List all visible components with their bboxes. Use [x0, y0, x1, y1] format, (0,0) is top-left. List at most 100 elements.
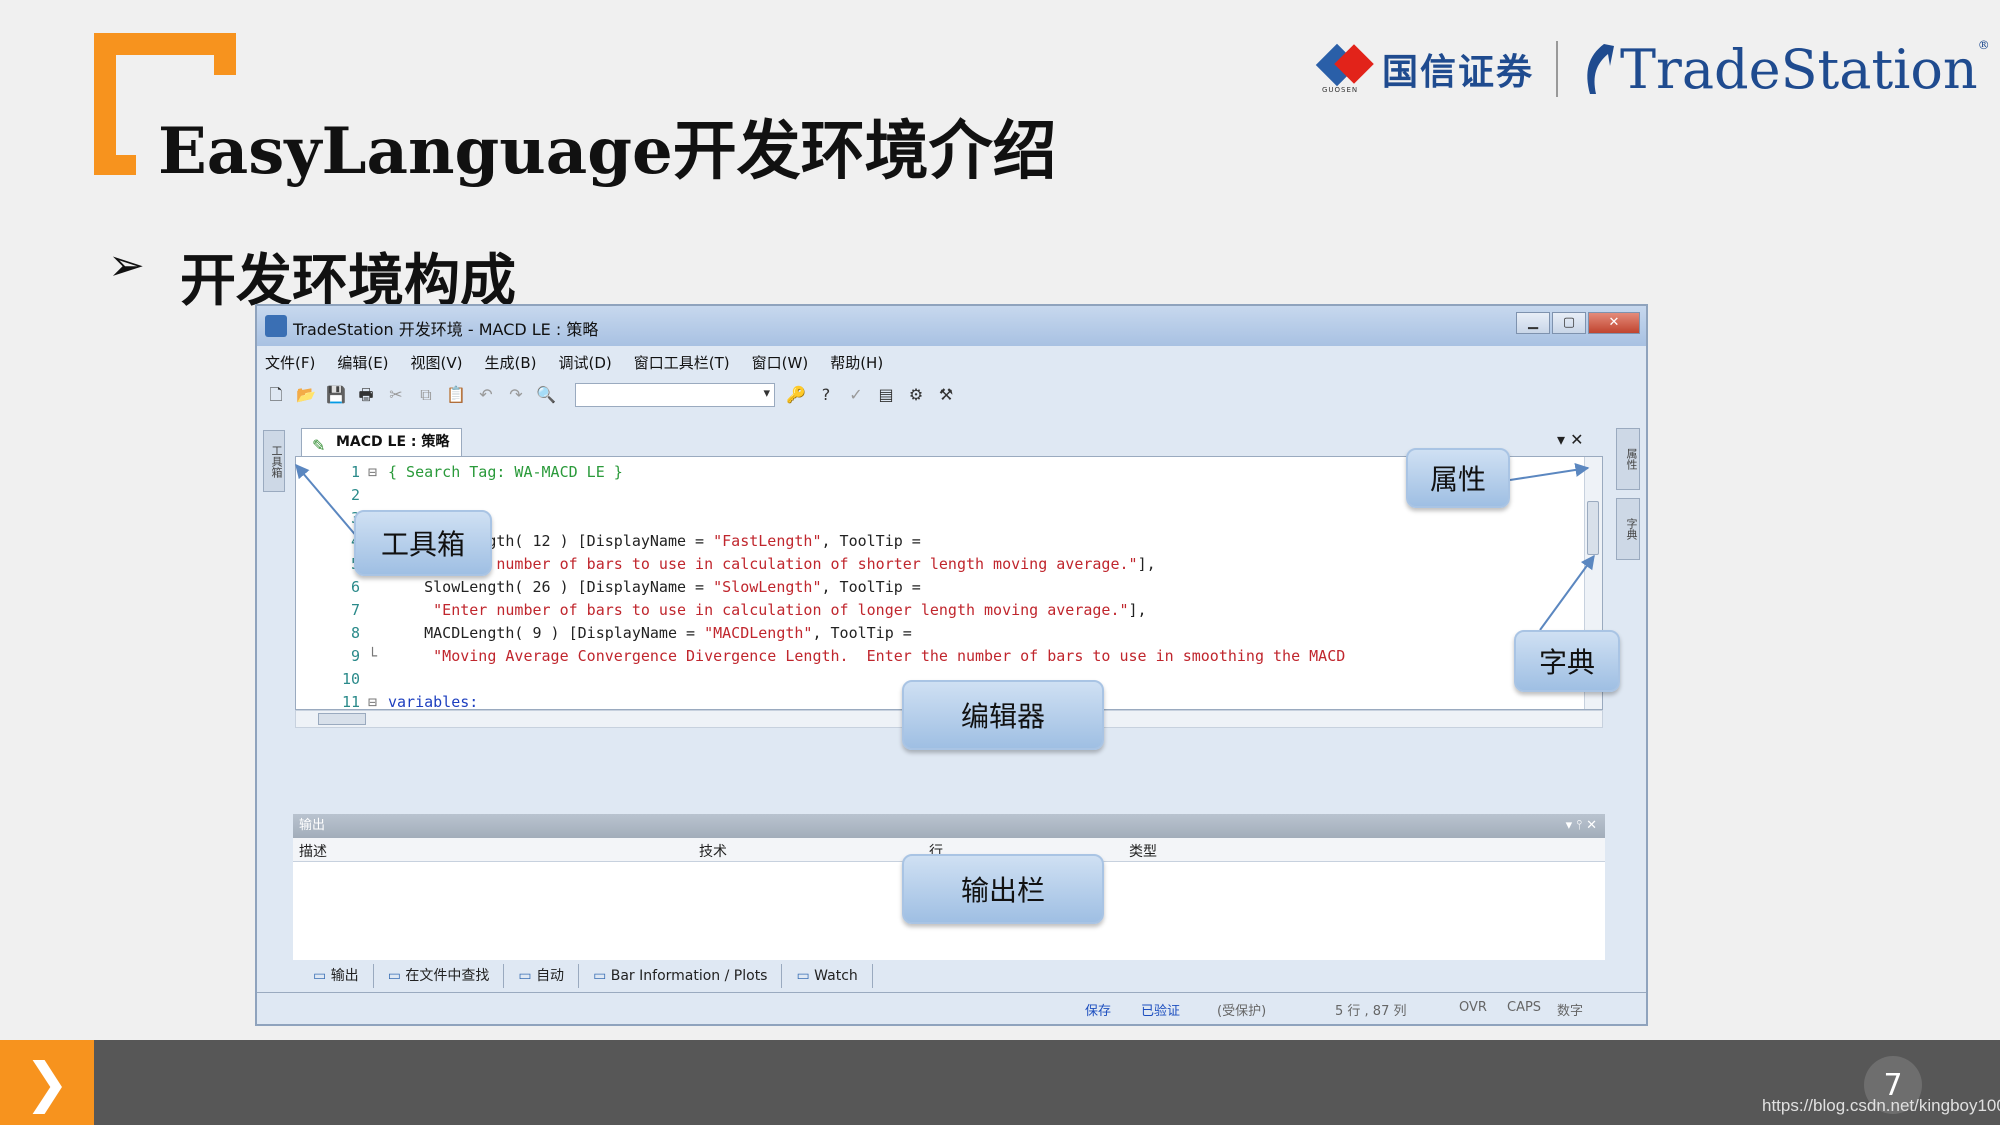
save-icon[interactable]: 💾	[325, 384, 347, 406]
code-token: { Search Tag: WA-MACD LE }	[388, 463, 623, 481]
fold-marker[interactable]: └	[368, 647, 377, 665]
fold-marker[interactable]: ⊟	[368, 463, 377, 481]
maximize-button[interactable]: ▢	[1552, 312, 1586, 334]
output-col-technique[interactable]: 技术	[699, 841, 727, 861]
guosen-logo-name: 国信证券	[1382, 51, 1535, 93]
guosen-logo-icon: GUOSEN	[1315, 43, 1376, 94]
help-cursor-icon[interactable]: ?	[815, 384, 837, 406]
ide-title: TradeStation 开发环境 - MACD LE : 策略	[293, 320, 599, 339]
copy-icon[interactable]: ⧉	[415, 384, 437, 406]
tab-output[interactable]: 输出	[299, 964, 374, 988]
callout-editor: 编辑器	[902, 680, 1104, 750]
title-bracket-right	[214, 33, 236, 75]
tradestation-mark-icon	[1580, 42, 1616, 96]
verify-icon[interactable]: ✓	[845, 384, 867, 406]
code-line[interactable]: 8 MACDLength( 9 ) [DisplayName = "MACDLe…	[296, 624, 1602, 647]
line-number: 1	[350, 463, 360, 481]
code-text: "Moving Average Convergence Divergence L…	[388, 647, 1345, 665]
line-number: 9	[350, 647, 360, 665]
dictionary-tab[interactable]: 字典	[1616, 498, 1640, 560]
footer-bar	[0, 1040, 2000, 1125]
menu-debug[interactable]: 调试(D)	[559, 352, 612, 373]
ide-titlebar[interactable]: TradeStation 开发环境 - MACD LE : 策略 ▁ ▢ ✕	[257, 306, 1646, 346]
status-verified: 已验证	[1141, 1004, 1181, 1019]
line-number: 8	[350, 624, 360, 642]
menu-view[interactable]: 视图(V)	[411, 352, 463, 373]
cut-icon[interactable]: ✂	[385, 384, 407, 406]
output-header-controls[interactable]: ▾ ⫯ ✕	[1566, 814, 1597, 838]
properties-icon[interactable]: ▤	[875, 384, 897, 406]
document-tab-label: MACD LE : 策略	[336, 434, 450, 450]
code-token: "FastLength"	[713, 532, 822, 550]
menu-help[interactable]: 帮助(H)	[830, 352, 883, 373]
vertical-scroll-thumb[interactable]	[1587, 501, 1599, 555]
code-token: , ToolTip =	[821, 578, 921, 596]
key-icon[interactable]: 🔑	[785, 384, 807, 406]
menu-file[interactable]: 文件(F)	[265, 352, 315, 373]
status-protected: (受保护)	[1217, 1004, 1267, 1019]
redo-icon[interactable]: ↷	[505, 384, 527, 406]
app-icon	[265, 315, 287, 337]
code-token: variables:	[388, 693, 479, 710]
guosen-logo-sub: GUOSEN	[1322, 86, 1359, 94]
properties-tab[interactable]: 属性	[1616, 428, 1640, 490]
code-token: "Enter number of bars to use in calculat…	[388, 555, 1138, 573]
tab-auto[interactable]: 自动	[504, 964, 580, 988]
toolbox-strip[interactable]: 工具箱	[263, 430, 285, 492]
window-controls: ▁ ▢ ✕	[1514, 312, 1640, 334]
code-line[interactable]: 9 └ "Moving Average Convergence Divergenc…	[296, 647, 1602, 670]
horizontal-scroll-thumb[interactable]	[318, 713, 366, 725]
dictionary-icon[interactable]: ⚙	[905, 384, 927, 406]
tab-find-in-files[interactable]: 在文件中查找	[374, 964, 505, 988]
callout-toolbox: 工具箱	[354, 510, 492, 576]
minimize-button[interactable]: ▁	[1516, 312, 1550, 334]
code-token: , ToolTip =	[812, 624, 912, 642]
code-token: ],	[1128, 601, 1147, 619]
undo-icon[interactable]: ↶	[475, 384, 497, 406]
callout-output: 输出栏	[902, 854, 1104, 924]
logo-divider	[1556, 41, 1559, 97]
code-line[interactable]: 7 "Enter number of bars to use in calcul…	[296, 601, 1602, 624]
find-combo[interactable]	[575, 383, 775, 407]
tab-bar-information[interactable]: Bar Information / Plots	[579, 964, 783, 988]
statusbar: 保存 已验证 (受保护) 5 行 , 87 列 OVR CAPS 数字	[257, 992, 1646, 1022]
print-icon[interactable]: 🖶	[355, 384, 377, 406]
output-col-type[interactable]: 类型	[1129, 841, 1157, 861]
status-save: 保存	[1085, 1004, 1112, 1019]
menu-window[interactable]: 窗口(W)	[752, 352, 809, 373]
new-file-icon[interactable]: 🗋	[265, 384, 287, 406]
status-position: 5 行 , 87 列	[1335, 1004, 1407, 1019]
title-bracket-left	[94, 33, 116, 175]
code-token: "Moving Average Convergence Divergence L…	[388, 647, 1346, 665]
menu-window-toolbar[interactable]: 窗口工具栏(T)	[634, 352, 730, 373]
menu-build[interactable]: 生成(B)	[485, 352, 537, 373]
tab-watch[interactable]: Watch	[782, 964, 873, 988]
find-icon[interactable]: 🔍	[535, 384, 557, 406]
document-tab[interactable]: ✎ MACD LE : 策略	[301, 428, 463, 456]
document-controls[interactable]: ▾ ✕	[1557, 430, 1584, 449]
fold-marker[interactable]: ⊟	[368, 693, 377, 709]
open-folder-icon[interactable]: 📂	[295, 384, 317, 406]
close-button[interactable]: ✕	[1588, 312, 1640, 334]
output-col-description[interactable]: 描述	[299, 841, 327, 861]
right-strip: 属性 字典	[1616, 428, 1642, 588]
watermark: https://blog.csdn.net/kingboy100	[1762, 1096, 2000, 1115]
line-number: 11	[342, 693, 361, 710]
code-token: "MACDLength"	[704, 624, 813, 642]
tools-icon[interactable]: ⚒	[935, 384, 957, 406]
line-number: 10	[342, 670, 361, 688]
code-token: , ToolTip =	[821, 532, 921, 550]
bullet-arrow: ➢	[108, 240, 145, 291]
callout-dictionary: 字典	[1514, 630, 1620, 692]
code-text: { Search Tag: WA-MACD LE }	[388, 463, 623, 481]
code-line[interactable]: 6 SlowLength( 26 ) [DisplayName = "SlowL…	[296, 578, 1602, 601]
callout-properties: 属性	[1406, 448, 1510, 508]
menu-edit[interactable]: 编辑(E)	[337, 352, 388, 373]
title-bracket-bottom	[94, 155, 136, 175]
paste-icon[interactable]: 📋	[445, 384, 467, 406]
output-panel-header: 输出 ▾ ⫯ ✕	[293, 814, 1605, 838]
chevron-right-icon: ❯	[24, 1051, 70, 1114]
code-token: SlowLength( 26 ) [DisplayName =	[388, 578, 714, 596]
status-ovr: OVR	[1459, 1000, 1487, 1015]
code-text: SlowLength( 26 ) [DisplayName = "SlowLen…	[388, 578, 921, 596]
